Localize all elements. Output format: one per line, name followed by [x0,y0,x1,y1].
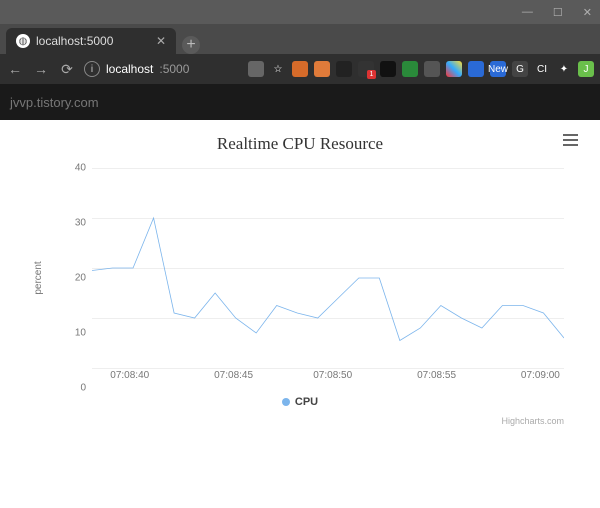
extension-icon[interactable] [446,61,462,77]
maximize-button[interactable]: ☐ [553,6,563,19]
x-tick: 07:08:40 [110,370,149,381]
minimize-button[interactable]: — [522,6,533,18]
browser-tab[interactable]: ◍ localhost:5000 ✕ [6,28,176,54]
extension-new-icon[interactable]: New [490,61,506,77]
extension-tray: ☆ New G CI ✦ J [248,61,594,77]
profile-avatar[interactable]: J [578,61,594,77]
y-tick: 20 [56,273,86,284]
extensions-menu-icon[interactable]: ✦ [556,61,572,77]
tab-title: localhost:5000 [36,34,113,48]
extension-icon[interactable] [314,61,330,77]
back-button[interactable]: ← [6,61,24,77]
bookmark-star-icon[interactable]: ☆ [270,61,286,77]
site-info-icon[interactable]: i [84,61,100,77]
extension-icon[interactable] [292,61,308,77]
extension-icon[interactable] [402,61,418,77]
y-tick: 30 [56,218,86,229]
x-axis: 07:08:40 07:08:45 07:08:50 07:08:55 07:0… [92,368,564,388]
close-tab-button[interactable]: ✕ [156,34,166,48]
url-field[interactable]: i localhost :5000 [84,61,189,77]
site-banner: jvvp.tistory.com [0,84,600,120]
extension-icon[interactable] [424,61,440,77]
x-tick: 07:09:00 [521,370,560,381]
url-host: localhost [106,62,153,76]
extension-icon[interactable] [248,61,264,77]
chart-container: Realtime CPU Resource percent 0 10 20 30… [0,120,600,426]
y-tick: 10 [56,328,86,339]
extension-icon[interactable]: G [512,61,528,77]
y-tick: 40 [56,163,86,174]
x-tick: 07:08:45 [214,370,253,381]
reload-button[interactable]: ⟳ [58,61,76,78]
window-controls: — ☐ ✕ [0,0,600,24]
y-axis-label: percent [33,261,44,294]
extension-icon[interactable] [468,61,484,77]
legend-label: CPU [295,396,318,408]
close-window-button[interactable]: ✕ [583,6,592,19]
chart-legend[interactable]: CPU [16,396,584,408]
address-bar: ← → ⟳ i localhost :5000 ☆ New G CI ✦ J [0,54,600,84]
chart-line [92,168,564,368]
y-tick: 0 [56,383,86,394]
extension-icon[interactable] [380,61,396,77]
globe-icon: ◍ [16,34,30,48]
extension-badge-icon[interactable] [358,61,374,77]
tab-strip: ◍ localhost:5000 ✕ + [0,24,600,54]
chart-credits[interactable]: Highcharts.com [16,408,584,426]
extension-icon[interactable] [336,61,352,77]
x-tick: 07:08:50 [313,370,352,381]
extension-ci-icon[interactable]: CI [534,61,550,77]
x-tick: 07:08:55 [417,370,456,381]
chart-title: Realtime CPU Resource [16,134,584,154]
chart-plot: percent 0 10 20 30 40 07:08:40 07:08:45 … [56,168,564,388]
banner-text: jvvp.tistory.com [10,95,99,110]
url-port: :5000 [159,62,189,76]
new-tab-button[interactable]: + [182,36,200,54]
legend-marker-icon [282,398,290,406]
forward-button[interactable]: → [32,61,50,77]
chart-menu-icon[interactable] [563,134,578,146]
